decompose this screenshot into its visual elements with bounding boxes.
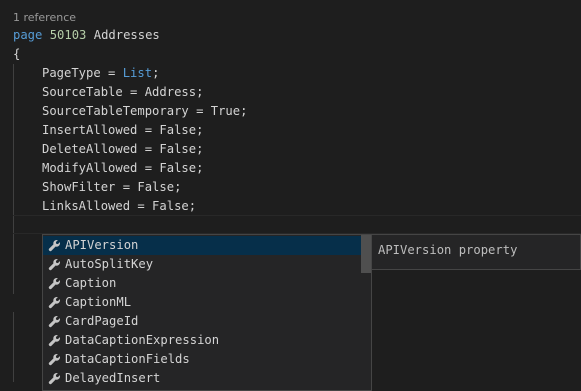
suggest-item[interactable]: CardPageId (43, 312, 361, 331)
suggest-item[interactable]: DelayedInsert (43, 369, 361, 388)
suggest-widget[interactable]: APIVersion AutoSplitKey Caption CaptionM… (42, 234, 372, 391)
prop-value: List (122, 66, 153, 80)
codelens-references[interactable]: 1 reference (13, 11, 76, 24)
suggest-label: Caption (65, 276, 117, 290)
suggest-label: DelayedInsert (65, 371, 161, 385)
suggest-item[interactable]: APIVersion (43, 236, 361, 255)
page-id: 50103 (49, 28, 87, 42)
wrench-icon (47, 296, 61, 310)
prop-line: LinksAllowed = False; (42, 199, 197, 213)
wrench-icon (47, 353, 61, 367)
prop-line: DeleteAllowed = False; (42, 142, 204, 156)
suggest-label: DataCaptionExpression (65, 333, 220, 347)
suggest-label: CaptionML (65, 295, 132, 309)
open-brace: { (13, 47, 21, 61)
details-text: APIVersion property (378, 243, 518, 257)
suggest-item[interactable]: DataCaptionExpression (43, 331, 361, 350)
prop-text: PageType = (42, 66, 123, 80)
prop-line: SourceTable = Address; (42, 85, 204, 99)
suggest-label: AutoSplitKey (65, 257, 154, 271)
wrench-icon (47, 277, 61, 291)
prop-end: ; (152, 66, 160, 80)
wrench-icon (47, 315, 61, 329)
suggest-scrollbar[interactable] (361, 235, 371, 273)
prop-line: ModifyAllowed = False; (42, 161, 204, 175)
prop-line: SourceTableTemporary = True; (42, 104, 248, 118)
page-declaration-line: page 50103 Addresses (13, 26, 160, 45)
suggest-item[interactable]: Caption (43, 274, 361, 293)
suggest-item[interactable]: CaptionML (43, 293, 361, 312)
indent-guide (13, 64, 14, 294)
wrench-icon (47, 334, 61, 348)
indent-guide-lower (13, 312, 14, 382)
suggest-label: APIVersion (65, 238, 139, 252)
prop-line: ShowFilter = False; (42, 180, 182, 194)
suggest-item[interactable]: AutoSplitKey (43, 255, 361, 274)
page-keyword: page (13, 28, 43, 42)
wrench-icon (47, 239, 61, 253)
prop-line: PageType = List; (42, 64, 159, 83)
suggest-item[interactable]: DataCaptionFields (43, 350, 361, 369)
suggest-label: CardPageId (65, 314, 139, 328)
page-name: Addresses (93, 28, 160, 42)
wrench-icon (47, 258, 61, 272)
suggest-label: DataCaptionFields (65, 352, 190, 366)
current-line-highlight (13, 215, 581, 234)
suggest-details: APIVersion property (372, 234, 581, 270)
prop-line: InsertAllowed = False; (42, 123, 204, 137)
wrench-icon (47, 372, 61, 386)
